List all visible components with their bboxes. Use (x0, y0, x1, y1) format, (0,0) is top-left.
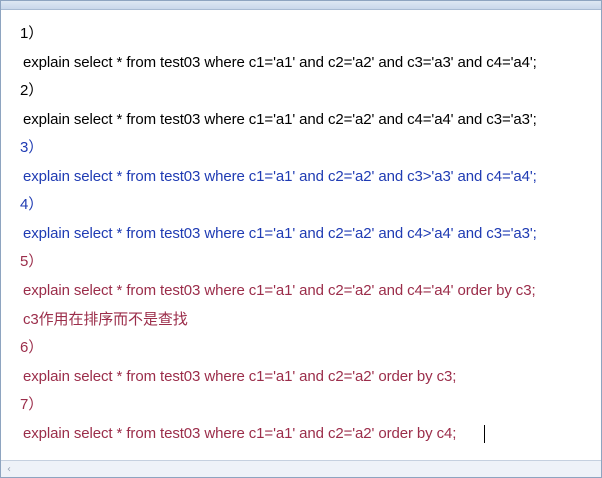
scroll-left-arrow-icon[interactable]: ‹ (1, 461, 17, 477)
sql-text-editor[interactable]: 1） explain select * from test03 where c1… (1, 10, 601, 460)
window-top-strip (1, 1, 601, 10)
sql-line-1: explain select * from test03 where c1='a… (23, 54, 537, 71)
sql-line-4: explain select * from test03 where c1='a… (23, 225, 537, 242)
text-cursor (484, 425, 485, 443)
sql-line-3: explain select * from test03 where c1='a… (23, 168, 537, 185)
sql-line-2: explain select * from test03 where c1='a… (23, 111, 537, 128)
sql-line-7: explain select * from test03 where c1='a… (23, 425, 457, 442)
line-label-1: 1） (20, 25, 44, 42)
line-label-5: 5） (20, 253, 44, 270)
line-label-6: 6） (20, 339, 44, 356)
comment-line-5: c3作用在排序而不是查找 (23, 311, 188, 328)
sql-line-5: explain select * from test03 where c1='a… (23, 282, 536, 299)
line-label-3: 3） (20, 139, 44, 156)
line-label-4: 4） (20, 196, 44, 213)
editor-window: 1） explain select * from test03 where c1… (0, 0, 602, 478)
sql-line-6: explain select * from test03 where c1='a… (23, 368, 457, 385)
horizontal-scrollbar[interactable]: ‹ (1, 460, 601, 477)
line-label-7: 7） (20, 396, 44, 413)
line-label-2: 2） (20, 82, 44, 99)
